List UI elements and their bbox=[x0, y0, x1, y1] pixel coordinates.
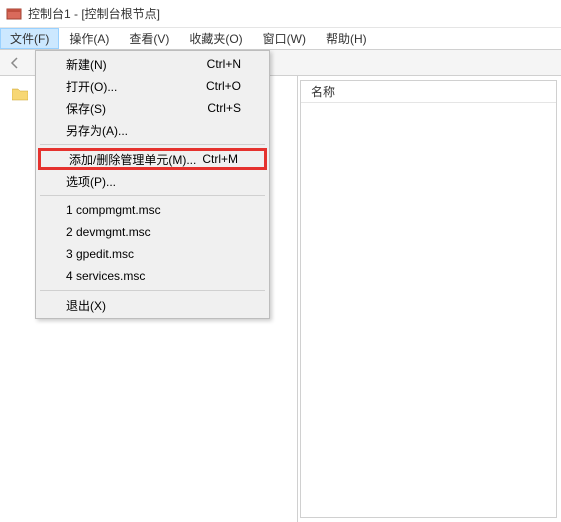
list-pane: 名称 bbox=[300, 80, 557, 518]
menu-item-recent-2[interactable]: 2 devmgmt.msc bbox=[38, 221, 267, 243]
menu-item-shortcut: Ctrl+N bbox=[207, 57, 241, 71]
menu-item-label: 3 gpedit.msc bbox=[66, 247, 134, 261]
menu-item-shortcut: Ctrl+O bbox=[206, 79, 241, 93]
menu-item-label: 退出(X) bbox=[66, 297, 106, 314]
menu-item-add-remove-snapin[interactable]: 添加/删除管理单元(M)... Ctrl+M bbox=[38, 148, 267, 170]
menu-item-label: 另存为(A)... bbox=[66, 122, 128, 139]
file-menu-dropdown: 新建(N) Ctrl+N 打开(O)... Ctrl+O 保存(S) Ctrl+… bbox=[35, 50, 270, 319]
menubar: 文件(F) 操作(A) 查看(V) 收藏夹(O) 窗口(W) 帮助(H) bbox=[0, 28, 561, 50]
menu-item-label: 添加/删除管理单元(M)... bbox=[69, 151, 196, 168]
menu-item-label: 1 compmgmt.msc bbox=[66, 203, 161, 217]
menu-separator bbox=[40, 290, 265, 291]
menu-item-shortcut: Ctrl+M bbox=[202, 152, 238, 166]
menu-item-recent-4[interactable]: 4 services.msc bbox=[38, 265, 267, 287]
menu-item-exit[interactable]: 退出(X) bbox=[38, 294, 267, 316]
menu-item-save[interactable]: 保存(S) Ctrl+S bbox=[38, 97, 267, 119]
menu-item-label: 选项(P)... bbox=[66, 173, 116, 190]
menu-view[interactable]: 查看(V) bbox=[119, 28, 179, 49]
menu-item-options[interactable]: 选项(P)... bbox=[38, 170, 267, 192]
menu-help[interactable]: 帮助(H) bbox=[316, 28, 377, 49]
menu-window[interactable]: 窗口(W) bbox=[253, 28, 316, 49]
folder-icon bbox=[12, 87, 28, 104]
menu-item-label: 保存(S) bbox=[66, 100, 106, 117]
menu-item-recent-1[interactable]: 1 compmgmt.msc bbox=[38, 199, 267, 221]
menu-item-new[interactable]: 新建(N) Ctrl+N bbox=[38, 53, 267, 75]
menu-item-label: 2 devmgmt.msc bbox=[66, 225, 151, 239]
menu-file[interactable]: 文件(F) bbox=[0, 28, 59, 49]
menu-separator bbox=[40, 144, 265, 145]
menu-action[interactable]: 操作(A) bbox=[59, 28, 119, 49]
window-title: 控制台1 - [控制台根节点] bbox=[28, 5, 160, 22]
menu-favorites[interactable]: 收藏夹(O) bbox=[179, 28, 252, 49]
column-header-name[interactable]: 名称 bbox=[301, 81, 556, 103]
menu-item-save-as[interactable]: 另存为(A)... bbox=[38, 119, 267, 141]
menu-separator bbox=[40, 195, 265, 196]
menu-item-label: 新建(N) bbox=[66, 56, 107, 73]
menu-item-label: 打开(O)... bbox=[66, 78, 117, 95]
app-icon bbox=[6, 6, 22, 22]
menu-item-recent-3[interactable]: 3 gpedit.msc bbox=[38, 243, 267, 265]
menu-item-shortcut: Ctrl+S bbox=[207, 101, 241, 115]
menu-item-open[interactable]: 打开(O)... Ctrl+O bbox=[38, 75, 267, 97]
titlebar: 控制台1 - [控制台根节点] bbox=[0, 0, 561, 28]
menu-item-label: 4 services.msc bbox=[66, 269, 145, 283]
back-button[interactable] bbox=[4, 52, 26, 74]
